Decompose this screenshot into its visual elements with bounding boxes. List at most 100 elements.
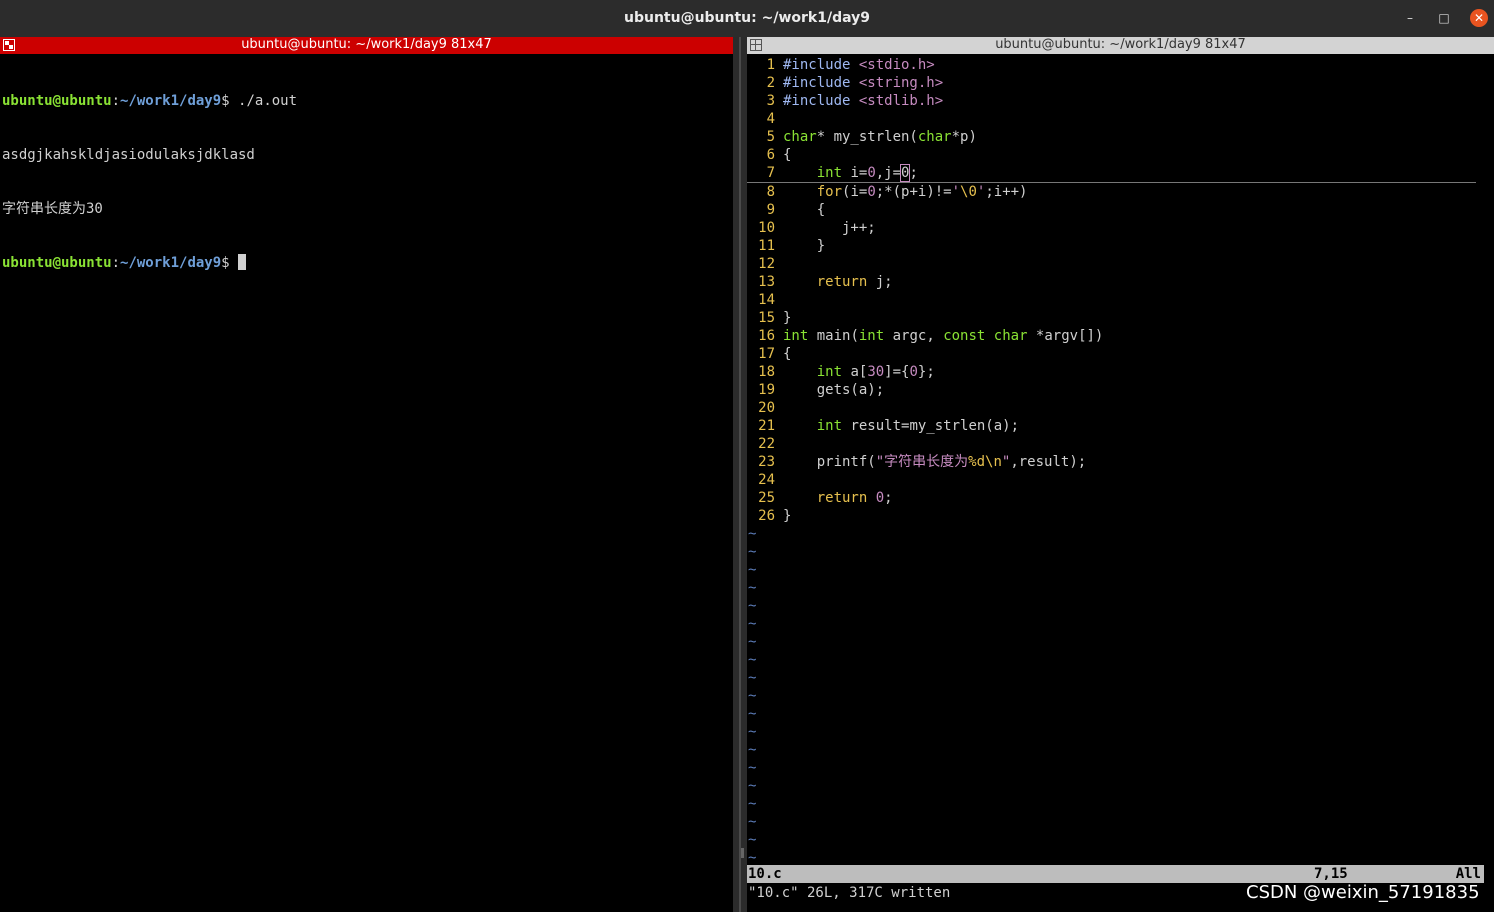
code-line[interactable]: 13 return j; bbox=[747, 273, 1494, 291]
code-line[interactable]: 4 bbox=[747, 110, 1494, 128]
window-titlebar: ubuntu@ubuntu: ~/work1/day9 – □ ✕ bbox=[0, 0, 1494, 37]
pane-title-bar: ubuntu@ubuntu: ~/work1/day9 81x47 bbox=[747, 37, 1494, 54]
code-token: ; bbox=[909, 165, 918, 181]
code-line[interactable]: 11 } bbox=[747, 237, 1494, 255]
code-line[interactable]: 10 j++; bbox=[747, 219, 1494, 237]
prompt-path: ~/work1/day9 bbox=[120, 255, 222, 271]
code-line[interactable]: 12 bbox=[747, 255, 1494, 273]
line-number: 8 bbox=[766, 184, 775, 200]
code-token: <stdlib.h> bbox=[858, 93, 944, 109]
code-line[interactable]: 9 { bbox=[747, 201, 1494, 219]
vim-editor[interactable]: 1 #include <stdio.h> 2 #include <string.h> 3… bbox=[747, 56, 1494, 867]
code-token: }; bbox=[917, 364, 935, 380]
line-number: 13 bbox=[758, 274, 775, 290]
status-scroll: All bbox=[1455, 866, 1481, 882]
code-line[interactable]: 17 { bbox=[747, 345, 1494, 363]
code-line[interactable]: 21 int result=my_strlen(a); bbox=[747, 417, 1494, 435]
code-token: ' bbox=[951, 184, 961, 200]
code-line[interactable]: 8 for(i=0;*(p+i)!='\0';i++) bbox=[747, 183, 1494, 201]
code-line[interactable]: 19 gets(a); bbox=[747, 381, 1494, 399]
line-number: 2 bbox=[766, 75, 775, 91]
code-line[interactable]: 20 bbox=[747, 399, 1494, 417]
line-number: 12 bbox=[758, 256, 775, 272]
line-number: 20 bbox=[758, 400, 775, 416]
code-token: { bbox=[783, 346, 792, 362]
code-token: for bbox=[816, 184, 843, 200]
close-icon[interactable]: ✕ bbox=[1470, 9, 1488, 27]
line-number: 17 bbox=[758, 346, 775, 362]
code-token: j; bbox=[867, 274, 893, 290]
code-token: * my_strlen( bbox=[816, 129, 918, 145]
code-line[interactable]: 25 return 0; bbox=[747, 489, 1494, 507]
empty-buffer-line: ~ bbox=[748, 580, 757, 596]
line-number: 24 bbox=[758, 472, 775, 488]
code-text: j++; bbox=[783, 219, 876, 237]
code-line[interactable]: 6{ bbox=[747, 146, 1494, 164]
split-pane-icon[interactable] bbox=[3, 39, 15, 51]
code-token: gets(a); bbox=[783, 382, 885, 398]
code-line[interactable]: 2 #include <string.h> bbox=[747, 74, 1494, 92]
code-token: (i= bbox=[842, 184, 868, 200]
code-token: printf( bbox=[783, 454, 876, 470]
terminal-pane-left[interactable]: ubuntu@ubuntu: ~/work1/day9 81x47 ubuntu… bbox=[0, 37, 733, 912]
watermark: CSDN @weixin_57191835 bbox=[1246, 882, 1480, 903]
scrollbar-thumb[interactable] bbox=[741, 848, 744, 858]
code-line[interactable]: 18 int a[30]={0}; bbox=[747, 363, 1494, 381]
empty-buffer-line: ~ bbox=[748, 706, 757, 722]
pane-title: ubuntu@ubuntu: ~/work1/day9 81x47 bbox=[241, 37, 492, 52]
code-line[interactable]: 23 printf("字符串长度为%d\n",result); bbox=[747, 453, 1494, 471]
code-line[interactable]: 14 bbox=[747, 291, 1494, 309]
code-token: } bbox=[783, 310, 792, 326]
code-line[interactable]: 24 bbox=[747, 471, 1494, 489]
prompt-command: $ ./a.out bbox=[221, 93, 298, 109]
line-number: 3 bbox=[766, 93, 775, 109]
output-line: asdgjkahskldjasiodulaksjdklasd bbox=[2, 147, 255, 163]
code-token: 0 bbox=[867, 184, 876, 200]
code-token: "字符串长度为 bbox=[875, 454, 969, 470]
maximize-icon[interactable]: □ bbox=[1435, 9, 1453, 27]
empty-buffer-line: ~ bbox=[748, 634, 757, 650]
code-token: 0 bbox=[875, 490, 885, 506]
code-token: ;*(p+i)!= bbox=[875, 184, 952, 200]
code-token: 0 bbox=[909, 364, 918, 380]
code-line[interactable]: 1 #include <stdio.h> bbox=[747, 56, 1494, 74]
line-number: 5 bbox=[766, 129, 775, 145]
line-number: 23 bbox=[758, 454, 775, 470]
code-token: { bbox=[783, 202, 826, 218]
code-token: char bbox=[993, 328, 1028, 344]
code-text: } bbox=[783, 237, 825, 255]
code-line[interactable]: 5 char* my_strlen(char*p) bbox=[747, 128, 1494, 146]
code-line[interactable]: 22 bbox=[747, 435, 1494, 453]
empty-buffer-line: ~ bbox=[748, 562, 757, 578]
code-text: return 0; bbox=[783, 489, 893, 507]
code-token: int bbox=[816, 418, 843, 434]
code-line[interactable]: 3 #include <stdlib.h> bbox=[747, 92, 1494, 110]
line-number: 25 bbox=[758, 490, 775, 506]
code-token: ,result); bbox=[1010, 454, 1087, 470]
code-line[interactable]: 26} bbox=[747, 507, 1494, 525]
code-line[interactable]: 16 int main(int argc, const char *argv[]) bbox=[747, 327, 1494, 345]
code-text: char* my_strlen(char*p) bbox=[783, 128, 977, 146]
code-token: #include bbox=[783, 57, 859, 73]
code-text: int main(int argc, const char *argv[]) bbox=[783, 327, 1103, 345]
code-token: \0 bbox=[960, 184, 977, 200]
line-number: 16 bbox=[758, 328, 775, 344]
code-token: ]={ bbox=[884, 364, 910, 380]
status-cursor-position: 7,15 bbox=[1314, 866, 1348, 882]
pane-divider[interactable] bbox=[733, 37, 747, 912]
line-number: 26 bbox=[758, 508, 775, 524]
line-number: 1 bbox=[766, 57, 775, 73]
code-line-current[interactable]: 7 int i=0,j=0; bbox=[747, 164, 1476, 183]
minimize-icon[interactable]: – bbox=[1401, 9, 1419, 27]
code-text: int result=my_strlen(a); bbox=[783, 417, 1019, 435]
line-number: 15 bbox=[758, 310, 775, 326]
code-text: #include <string.h> bbox=[783, 74, 943, 92]
code-line[interactable]: 15} bbox=[747, 309, 1494, 327]
terminal-pane-right[interactable]: ubuntu@ubuntu: ~/work1/day9 81x47 1 #incl… bbox=[747, 37, 1494, 912]
split-pane-icon[interactable] bbox=[750, 39, 762, 51]
